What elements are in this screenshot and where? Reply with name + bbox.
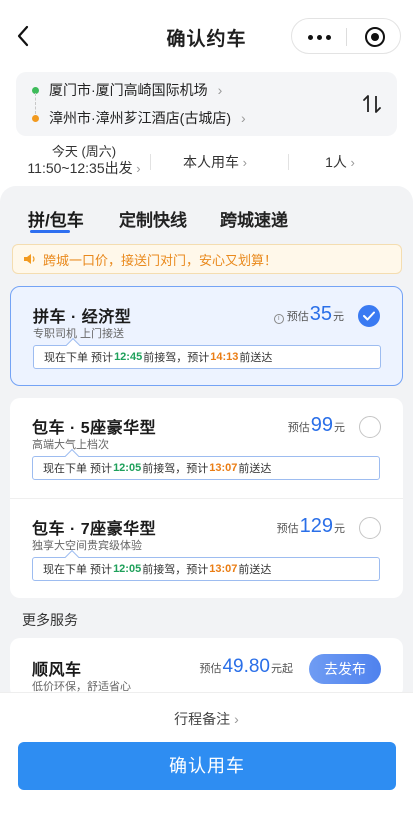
dot-icon xyxy=(325,34,331,40)
eta-text: 前接驾，预计 xyxy=(142,463,209,475)
destination-label: 漳州市·漳州芗江酒店(古城店) xyxy=(49,110,231,126)
swap-route-button[interactable] xyxy=(361,92,383,116)
capsule-divider xyxy=(346,28,347,46)
eta-text: 现在下单 预计 xyxy=(43,463,113,475)
product-price: 预估 129 元 xyxy=(277,515,345,538)
product-name: 包车 · 7座豪华型 xyxy=(32,521,157,538)
product-price: 预估 49.80 元起 xyxy=(199,656,293,678)
miniprogram-capsule xyxy=(291,18,401,54)
select-radio[interactable] xyxy=(358,305,380,327)
service-tabs: 拼/包车 定制快线 跨城速递 xyxy=(0,186,413,238)
price-value: 129 xyxy=(299,515,333,537)
price-unit: 元 xyxy=(333,311,344,323)
eta-text: 现在下单 预计 xyxy=(44,352,114,364)
chevron-right-icon: › xyxy=(234,711,239,727)
promo-notice: 跨城一口价，接送门对门，安心又划算！ xyxy=(12,244,402,274)
price-value: 49.80 xyxy=(222,656,270,677)
destination-row[interactable]: 漳州市·漳州芗江酒店(古城店) › xyxy=(32,108,246,128)
tab-carpool-charter[interactable]: 拼/包车 xyxy=(28,206,84,231)
service-panel: 拼/包车 定制快线 跨城速递 跨城一口价，接送门对门，安心又划算！ 拼车 · 经… xyxy=(0,186,413,698)
select-radio[interactable] xyxy=(359,517,381,539)
promo-text: 跨城一口价，接送门对门，安心又划算！ xyxy=(43,252,278,268)
eta-text: 前接驾，预计 xyxy=(142,564,209,576)
eta-text: 前送达 xyxy=(239,352,273,364)
price-value: 35 xyxy=(309,303,332,325)
product-option-carpool-economy[interactable]: 拼车 · 经济型 专职司机 上门接送 i 预估 35 元 现在下单 预计 12:… xyxy=(10,286,403,386)
pickup-time: 12:05 xyxy=(113,563,142,575)
active-tab-indicator xyxy=(30,230,70,233)
checkmark-icon xyxy=(363,311,375,321)
product-price: i 预估 35 元 xyxy=(273,303,344,326)
speaker-icon xyxy=(24,254,35,264)
eta-text: 前送达 xyxy=(238,564,272,576)
product-desc: 专职司机 上门接送 xyxy=(33,328,125,340)
price-prefix: 预估 xyxy=(199,663,222,675)
price-prefix: 预估 xyxy=(276,523,299,535)
price-unit: 元 xyxy=(334,422,345,434)
trip-remark-label: 行程备注 xyxy=(174,711,231,727)
route-card: 厦门市·厦门高崎国际机场 › 漳州市·漳州芗江酒店(古城店) › xyxy=(16,72,397,136)
arrive-time: 13:07 xyxy=(209,563,238,575)
trip-options-row: 今天 (周六) 11:50~12:35出发 › 本人用车 › 1人 › xyxy=(0,144,413,180)
chevron-right-icon: › xyxy=(241,110,246,126)
eta-text: 现在下单 预计 xyxy=(43,564,113,576)
dot-icon xyxy=(316,34,322,40)
price-prefix: 预估 xyxy=(287,422,310,434)
departure-time-selector[interactable]: 今天 (周六) 11:50~12:35出发 › xyxy=(24,144,144,177)
price-unit: 元起 xyxy=(271,663,293,675)
product-price: 预估 99 元 xyxy=(288,414,345,437)
price-prefix: 预估 xyxy=(286,311,309,323)
select-radio[interactable] xyxy=(359,416,381,438)
tab-intercity-delivery[interactable]: 跨城速递 xyxy=(220,206,288,231)
pickup-time: 12:05 xyxy=(113,462,142,474)
origin-row[interactable]: 厦门市·厦门高崎国际机场 › xyxy=(32,80,222,100)
product-desc: 独享大空间贵宾级体验 xyxy=(32,540,142,552)
tab-custom-express[interactable]: 定制快线 xyxy=(119,206,187,231)
passenger-count: 1人 xyxy=(325,154,347,170)
departure-day: 今天 (周六) xyxy=(51,144,117,159)
swap-icon xyxy=(363,95,381,113)
more-services-title: 更多服务 xyxy=(22,612,78,628)
destination-dot-icon xyxy=(32,114,39,122)
trip-remark-link[interactable]: 行程备注 › xyxy=(0,709,413,729)
confirm-ride-button[interactable]: 确认用车 xyxy=(18,742,396,790)
divider xyxy=(150,154,151,170)
chevron-right-icon: › xyxy=(346,155,355,170)
price-unit: 元 xyxy=(334,523,345,535)
divider xyxy=(288,154,289,170)
eta-text: 前接驾，预计 xyxy=(143,352,210,364)
confirm-ride-page: 确认约车 厦门市·厦门高崎国际机场 › 漳州市·漳州芗江酒店(古城店) › 今天… xyxy=(0,0,413,831)
product-name: 包车 · 5座豪华型 xyxy=(32,420,157,437)
rider-label: 本人用车 xyxy=(183,154,240,170)
product-name: 拼车 · 经济型 xyxy=(33,309,132,326)
passenger-count-selector[interactable]: 1人 › xyxy=(300,152,380,172)
header: 确认约车 xyxy=(0,0,413,72)
price-value: 99 xyxy=(310,414,333,436)
eta-text: 前送达 xyxy=(238,463,272,475)
product-name: 顺风车 xyxy=(32,662,82,679)
eta-box: 现在下单 预计 12:45 前接驾，预计 14:13 前送达 xyxy=(33,345,381,369)
arrive-time: 13:07 xyxy=(209,462,238,474)
origin-label: 厦门市·厦门高崎国际机场 xyxy=(49,82,208,98)
info-icon[interactable]: i xyxy=(273,314,284,324)
eta-box: 现在下单 预计 12:05 前接驾，预计 13:07 前送达 xyxy=(32,557,380,581)
charter-options-group: 包车 · 5座豪华型 高端大气上档次 预估 99 元 现在下单 预计 12:05… xyxy=(10,398,403,598)
chevron-right-icon: › xyxy=(239,155,247,170)
product-option-charter-5-seat[interactable]: 包车 · 5座豪华型 高端大气上档次 预估 99 元 现在下单 预计 12:05… xyxy=(10,398,403,498)
publish-button[interactable]: 去发布 xyxy=(309,654,381,684)
bottom-bar: 行程备注 › 确认用车 xyxy=(0,692,413,831)
chevron-right-icon: › xyxy=(217,82,223,98)
eta-box: 现在下单 预计 12:05 前接驾，预计 13:07 前送达 xyxy=(32,456,380,480)
more-menu-button[interactable] xyxy=(292,19,346,55)
dot-icon xyxy=(307,34,313,40)
rider-selector[interactable]: 本人用车 › xyxy=(160,152,270,172)
departure-time-range: 11:50~12:35出发 xyxy=(27,160,133,176)
hitch-ride-card: 顺风车 低价环保，舒适省心 预估 49.80 元起 去发布 xyxy=(10,638,403,698)
chevron-right-icon: › xyxy=(132,161,141,176)
close-miniprogram-icon[interactable] xyxy=(365,27,385,47)
arrive-time: 14:13 xyxy=(210,351,239,363)
product-option-charter-7-seat[interactable]: 包车 · 7座豪华型 独享大空间贵宾级体验 预估 129 元 现在下单 预计 1… xyxy=(10,498,403,598)
pickup-time: 12:45 xyxy=(114,351,143,363)
